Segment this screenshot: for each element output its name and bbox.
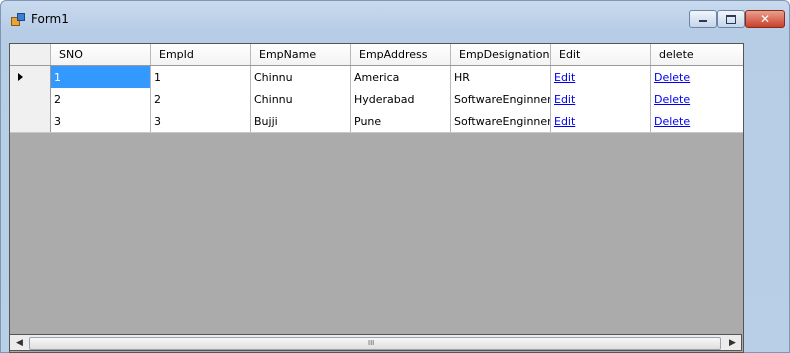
- maximize-icon: [726, 15, 736, 24]
- edit-link[interactable]: Edit: [554, 71, 575, 84]
- cell-empname[interactable]: Chinnu: [251, 66, 351, 88]
- window-title: Form1: [31, 12, 69, 26]
- row-header[interactable]: [10, 110, 51, 132]
- column-header-row: SNO EmpId EmpName EmpAddress EmpDesignat…: [10, 44, 743, 66]
- column-header-empname[interactable]: EmpName: [251, 44, 351, 65]
- data-grid-view[interactable]: SNO EmpId EmpName EmpAddress EmpDesignat…: [9, 43, 744, 353]
- app-icon[interactable]: [11, 13, 25, 26]
- main-window: Form1 ✕ SNO EmpId EmpName EmpAddress Emp…: [0, 0, 790, 353]
- cell-delete: Delete: [651, 88, 743, 110]
- edit-link[interactable]: Edit: [554, 93, 575, 106]
- cell-empid[interactable]: 1: [151, 66, 251, 88]
- row-header[interactable]: [10, 88, 51, 110]
- grip-icon: III: [368, 339, 375, 347]
- cell-sno[interactable]: 2: [51, 88, 151, 110]
- cell-empname[interactable]: Bujji: [251, 110, 351, 132]
- column-header-empid[interactable]: EmpId: [151, 44, 251, 65]
- table-row[interactable]: 3 3 Bujji Pune SoftwareEnginner Edit Del…: [10, 110, 743, 133]
- current-row-arrow-icon: [18, 73, 23, 81]
- cell-delete: Delete: [651, 110, 743, 132]
- row-header-current[interactable]: [10, 66, 51, 88]
- cell-empname[interactable]: Chinnu: [251, 88, 351, 110]
- delete-link[interactable]: Delete: [654, 93, 690, 106]
- delete-link[interactable]: Delete: [654, 115, 690, 128]
- cell-empdesignation[interactable]: HR: [451, 66, 551, 88]
- minimize-button[interactable]: [689, 10, 717, 28]
- column-header-empdesignation[interactable]: EmpDesignation: [451, 44, 551, 65]
- cell-empid[interactable]: 3: [151, 110, 251, 132]
- title-bar[interactable]: Form1 ✕: [1, 1, 789, 37]
- maximize-button[interactable]: [717, 10, 745, 28]
- column-header-empaddress[interactable]: EmpAddress: [351, 44, 451, 65]
- close-button[interactable]: ✕: [745, 10, 785, 28]
- cell-empaddress[interactable]: Pune: [351, 110, 451, 132]
- cell-empdesignation[interactable]: SoftwareEnginner: [451, 110, 551, 132]
- cell-delete: Delete: [651, 66, 743, 88]
- cell-edit: Edit: [551, 88, 651, 110]
- cell-empid[interactable]: 2: [151, 88, 251, 110]
- scroll-left-arrow-icon[interactable]: ◀: [11, 336, 28, 350]
- cell-empaddress[interactable]: Hyderabad: [351, 88, 451, 110]
- scrollbar-thumb[interactable]: III: [29, 337, 721, 350]
- scroll-right-arrow-icon[interactable]: ▶: [724, 336, 741, 350]
- cell-edit: Edit: [551, 66, 651, 88]
- horizontal-scrollbar[interactable]: ◀ III ▶: [9, 334, 742, 351]
- delete-link[interactable]: Delete: [654, 71, 690, 84]
- edit-link[interactable]: Edit: [554, 115, 575, 128]
- minimize-icon: [699, 20, 707, 22]
- cell-empdesignation[interactable]: SoftwareEnginner: [451, 88, 551, 110]
- column-header-edit[interactable]: Edit: [551, 44, 651, 65]
- table-row[interactable]: 2 2 Chinnu Hyderabad SoftwareEnginner Ed…: [10, 88, 743, 111]
- top-left-header-cell[interactable]: [10, 44, 51, 65]
- cell-sno[interactable]: 3: [51, 110, 151, 132]
- column-header-sno[interactable]: SNO: [51, 44, 151, 65]
- cell-sno[interactable]: 1: [51, 66, 151, 88]
- table-row[interactable]: 1 1 Chinnu America HR Edit Delete: [10, 66, 743, 89]
- cell-empaddress[interactable]: America: [351, 66, 451, 88]
- cell-edit: Edit: [551, 110, 651, 132]
- close-icon: ✕: [759, 12, 771, 26]
- column-header-delete[interactable]: delete: [651, 44, 743, 65]
